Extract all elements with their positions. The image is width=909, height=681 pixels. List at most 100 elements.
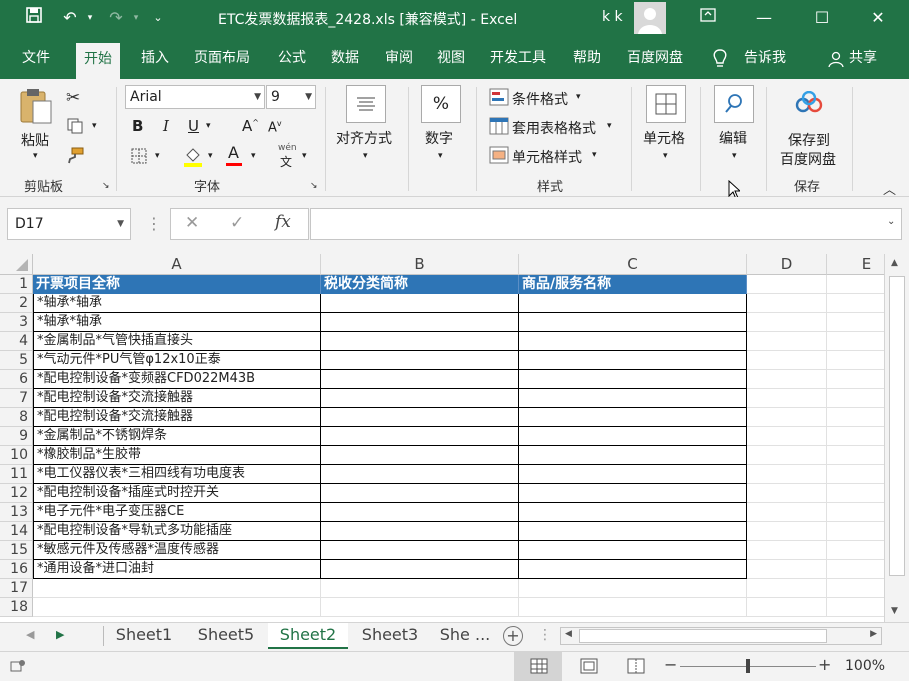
empty-cell[interactable] [827,465,884,484]
empty-cell[interactable] [747,484,827,503]
sheet-scroll-left-icon[interactable]: ◀ [26,628,34,641]
table-header-cell[interactable]: 税收分类简称 [321,275,519,294]
row-header[interactable]: 16 [0,560,33,579]
vertical-scrollbar[interactable]: ▲ ▼ [884,254,909,622]
empty-cell[interactable] [827,541,884,560]
empty-cell[interactable] [747,408,827,427]
tab-formulas[interactable]: 公式 [278,37,306,79]
close-icon[interactable]: ✕ [866,6,890,30]
phonetic-dropdown-icon[interactable]: ▾ [302,151,307,161]
save-to-baidu-line2[interactable]: 百度网盘 [780,149,836,169]
name-box[interactable]: D17 ▼ [7,208,131,240]
row-header[interactable]: 8 [0,408,33,427]
percent-icon[interactable]: % [421,85,461,123]
increase-font-icon[interactable]: A^ [242,117,259,135]
empty-cell[interactable] [747,503,827,522]
empty-cell[interactable] [747,560,827,579]
row-header[interactable]: 5 [0,351,33,370]
cell-styles-button[interactable]: 单元格样式 [512,147,582,167]
empty-cell[interactable] [321,579,519,598]
insert-function-icon[interactable]: fx [275,212,291,232]
table-cell[interactable] [519,389,747,408]
empty-cell[interactable] [747,427,827,446]
undo-dropdown-icon[interactable]: ▾ [78,6,102,30]
column-header-a[interactable]: A [33,254,321,275]
table-cell[interactable] [321,408,519,427]
sheet-tab-sheet5[interactable]: Sheet5 [186,623,266,649]
vertical-scroll-thumb[interactable] [889,276,905,576]
column-header-b[interactable]: B [321,254,519,275]
table-cell[interactable]: *橡胶制品*生胶带 [33,446,321,465]
empty-cell[interactable] [747,579,827,598]
table-cell[interactable]: *配电控制设备*变频器CFD022M43B [33,370,321,389]
row-header[interactable]: 4 [0,332,33,351]
tab-data[interactable]: 数据 [331,37,359,79]
empty-cell[interactable] [747,275,827,294]
format-as-table-button[interactable]: 套用表格格式 [512,118,596,138]
enter-icon[interactable]: ✓ [230,213,244,233]
empty-cell[interactable] [33,598,321,617]
empty-cell[interactable] [827,560,884,579]
tab-insert[interactable]: 插入 [141,37,169,79]
horizontal-scrollbar[interactable]: ◀ ▶ [560,627,882,645]
empty-cell[interactable] [827,427,884,446]
underline-icon[interactable]: U [188,117,199,135]
select-all-corner[interactable] [0,254,33,275]
table-cell[interactable] [321,522,519,541]
expand-formula-icon[interactable]: ⌄ [887,216,895,227]
empty-cell[interactable] [827,313,884,332]
font-name-combo[interactable]: Arial ▼ [125,85,265,109]
cut-icon[interactable]: ✂ [66,88,80,108]
table-cell[interactable] [519,541,747,560]
ribbon-display-icon[interactable] [696,6,720,30]
border-icon[interactable] [130,147,148,169]
hscroll-right-icon[interactable]: ▶ [870,629,877,639]
empty-cell[interactable] [827,408,884,427]
column-header-c[interactable]: C [519,254,747,275]
empty-cell[interactable] [519,598,747,617]
empty-cell[interactable] [827,332,884,351]
empty-cell[interactable] [747,332,827,351]
maximize-icon[interactable]: ☐ [810,6,834,30]
cancel-icon[interactable]: ✕ [185,213,199,233]
sheet-tab-sheet2[interactable]: Sheet2 [268,623,348,649]
empty-cell[interactable] [747,598,827,617]
formula-bar-handle-icon[interactable]: ⋮ [146,214,162,233]
tab-developer[interactable]: 开发工具 [490,37,546,79]
font-color-icon[interactable]: A [228,143,239,162]
table-cell[interactable] [321,484,519,503]
search-icon[interactable] [714,85,754,123]
table-header-cell[interactable]: 商品/服务名称 [519,275,747,294]
row-header[interactable]: 3 [0,313,33,332]
tab-home[interactable]: 开始 [76,43,120,79]
table-cell[interactable] [519,370,747,389]
tab-help[interactable]: 帮助 [573,37,601,79]
conditional-format-button[interactable]: 条件格式 [512,89,568,109]
row-header[interactable]: 2 [0,294,33,313]
table-cell[interactable] [321,294,519,313]
font-size-combo[interactable]: 9 ▼ [266,85,316,109]
customize-qat-icon[interactable]: ⌄ [146,6,170,30]
table-cell[interactable] [321,313,519,332]
cells-button[interactable]: 单元格 [643,128,685,148]
zoom-slider-thumb[interactable] [746,659,750,673]
table-cell[interactable] [519,313,747,332]
scroll-down-icon[interactable]: ▼ [891,606,898,616]
tell-me-search[interactable]: 告诉我 [744,37,786,79]
sheet-scroll-right-icon[interactable]: ▶ [56,628,64,641]
font-name-dropdown-icon[interactable]: ▼ [254,86,261,108]
empty-cell[interactable] [747,446,827,465]
share-user-icon[interactable] [828,51,844,71]
table-cell[interactable]: *电工仪器仪表*三相四线有功电度表 [33,465,321,484]
page-break-view-icon[interactable] [627,658,645,678]
collapse-ribbon-icon[interactable]: ︿ [883,179,896,198]
page-layout-view-icon[interactable] [580,658,598,678]
row-header[interactable]: 12 [0,484,33,503]
table-cell[interactable] [519,522,747,541]
empty-cell[interactable] [747,351,827,370]
table-cell[interactable] [321,541,519,560]
table-header-cell[interactable]: 开票项目全称 [33,275,321,294]
table-cell[interactable]: *配电控制设备*插座式时控开关 [33,484,321,503]
cell-styles-dropdown-icon[interactable]: ▾ [592,150,597,160]
row-header[interactable]: 13 [0,503,33,522]
